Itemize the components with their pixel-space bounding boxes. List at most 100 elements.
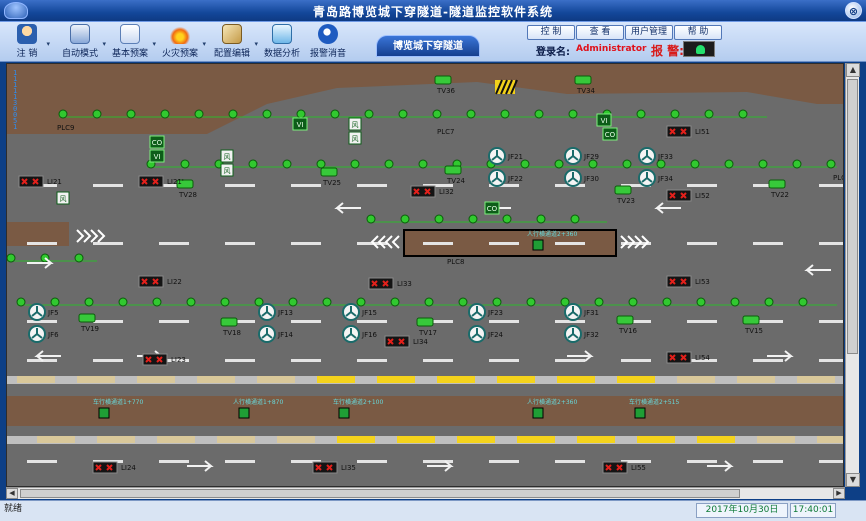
lamp-icon[interactable] xyxy=(554,159,564,169)
lane-signal[interactable] xyxy=(666,125,692,138)
lamp-icon[interactable] xyxy=(248,159,258,169)
cross-passage-door-icon[interactable] xyxy=(532,407,544,419)
scroll-down-icon[interactable]: ▼ xyxy=(846,473,860,487)
horizontal-scroll-thumb[interactable] xyxy=(20,489,740,498)
lamp-icon[interactable] xyxy=(390,297,400,307)
lamp-icon[interactable] xyxy=(16,297,26,307)
lamp-icon[interactable] xyxy=(826,159,836,169)
lamp-icon[interactable] xyxy=(282,159,292,169)
lane-signal[interactable] xyxy=(602,461,628,474)
user-management-button[interactable]: 用户管理 xyxy=(625,25,673,40)
lane-signal[interactable] xyxy=(666,351,692,364)
lamp-icon[interactable] xyxy=(536,214,546,224)
alarm-mute-button[interactable]: 报警消音 xyxy=(308,24,348,60)
vertical-scroll-thumb[interactable] xyxy=(847,79,858,354)
lamp-icon[interactable] xyxy=(160,109,170,119)
cross-passage-door-icon[interactable] xyxy=(634,407,646,419)
lamp-icon[interactable] xyxy=(74,253,84,263)
lamp-icon[interactable] xyxy=(724,159,734,169)
lamp-icon[interactable] xyxy=(798,297,808,307)
lamp-icon[interactable] xyxy=(356,297,366,307)
lamp-icon[interactable] xyxy=(628,297,638,307)
lamp-icon[interactable] xyxy=(50,297,60,307)
lamp-icon[interactable] xyxy=(466,109,476,119)
cross-passage-door-icon[interactable] xyxy=(98,407,110,419)
cross-passage-door-icon[interactable] xyxy=(238,407,250,419)
lamp-icon[interactable] xyxy=(670,109,680,119)
lamp-icon[interactable] xyxy=(458,297,468,307)
lamp-icon[interactable] xyxy=(696,297,706,307)
camera-icon[interactable] xyxy=(444,165,462,175)
lamp-icon[interactable] xyxy=(500,109,510,119)
lamp-icon[interactable] xyxy=(228,109,238,119)
lamp-icon[interactable] xyxy=(316,159,326,169)
close-button[interactable]: ⊗ xyxy=(845,2,862,19)
lane-signal[interactable] xyxy=(138,175,164,188)
camera-icon[interactable] xyxy=(742,315,760,325)
lane-signal[interactable] xyxy=(384,335,410,348)
lamp-icon[interactable] xyxy=(262,109,272,119)
lamp-icon[interactable] xyxy=(588,159,598,169)
lamp-icon[interactable] xyxy=(400,214,410,224)
lamp-icon[interactable] xyxy=(288,297,298,307)
lamp-icon[interactable] xyxy=(350,159,360,169)
lamp-icon[interactable] xyxy=(704,109,714,119)
lamp-icon[interactable] xyxy=(662,297,672,307)
lamp-icon[interactable] xyxy=(7,253,16,263)
lamp-icon[interactable] xyxy=(330,109,340,119)
lamp-icon[interactable] xyxy=(118,297,128,307)
tab-tunnel[interactable]: 博览城下穿隧道 xyxy=(376,35,480,57)
horizontal-scrollbar[interactable]: ◀ ▶ xyxy=(6,487,845,499)
camera-icon[interactable] xyxy=(320,167,338,177)
lamp-icon[interactable] xyxy=(636,109,646,119)
vertical-scrollbar[interactable]: ▲ ▼ xyxy=(845,63,860,487)
lamp-icon[interactable] xyxy=(424,297,434,307)
control-button[interactable]: 控 制 xyxy=(527,25,575,40)
fire-plan-button[interactable]: 火灾预案 ▾ xyxy=(160,24,206,60)
lamp-icon[interactable] xyxy=(526,297,536,307)
lamp-icon[interactable] xyxy=(432,109,442,119)
camera-icon[interactable] xyxy=(614,185,632,195)
lane-signal[interactable] xyxy=(368,277,394,290)
camera-icon[interactable] xyxy=(220,317,238,327)
lane-signal[interactable] xyxy=(312,461,338,474)
lane-signal[interactable] xyxy=(666,275,692,288)
lamp-icon[interactable] xyxy=(366,214,376,224)
lamp-icon[interactable] xyxy=(186,297,196,307)
lamp-icon[interactable] xyxy=(126,109,136,119)
lamp-icon[interactable] xyxy=(656,159,666,169)
lamp-icon[interactable] xyxy=(92,109,102,119)
lamp-icon[interactable] xyxy=(492,297,502,307)
lamp-icon[interactable] xyxy=(84,297,94,307)
lamp-icon[interactable] xyxy=(690,159,700,169)
camera-icon[interactable] xyxy=(78,313,96,323)
lane-signal[interactable] xyxy=(92,461,118,474)
lamp-icon[interactable] xyxy=(364,109,374,119)
lamp-icon[interactable] xyxy=(622,159,632,169)
lamp-icon[interactable] xyxy=(792,159,802,169)
lamp-icon[interactable] xyxy=(152,297,162,307)
camera-icon[interactable] xyxy=(434,75,452,85)
lamp-icon[interactable] xyxy=(322,297,332,307)
scroll-up-icon[interactable]: ▲ xyxy=(846,63,860,77)
camera-icon[interactable] xyxy=(768,179,786,189)
camera-icon[interactable] xyxy=(574,75,592,85)
data-analysis-button[interactable]: 数据分析 xyxy=(262,24,302,60)
logout-button[interactable]: 注 销 ▾ xyxy=(10,24,50,60)
lamp-icon[interactable] xyxy=(468,214,478,224)
lamp-icon[interactable] xyxy=(520,159,530,169)
scroll-left-icon[interactable]: ◀ xyxy=(6,488,18,499)
alarm-indicator[interactable] xyxy=(683,41,715,57)
lamp-icon[interactable] xyxy=(502,214,512,224)
lamp-icon[interactable] xyxy=(398,109,408,119)
lamp-icon[interactable] xyxy=(220,297,230,307)
lane-signal[interactable] xyxy=(410,185,436,198)
lamp-icon[interactable] xyxy=(194,109,204,119)
lamp-icon[interactable] xyxy=(296,109,306,119)
lamp-icon[interactable] xyxy=(434,214,444,224)
config-edit-button[interactable]: 配置编辑 ▾ xyxy=(212,24,258,60)
cross-passage-door-icon[interactable] xyxy=(338,407,350,419)
lamp-icon[interactable] xyxy=(594,297,604,307)
lamp-icon[interactable] xyxy=(730,297,740,307)
lamp-icon[interactable] xyxy=(418,159,428,169)
